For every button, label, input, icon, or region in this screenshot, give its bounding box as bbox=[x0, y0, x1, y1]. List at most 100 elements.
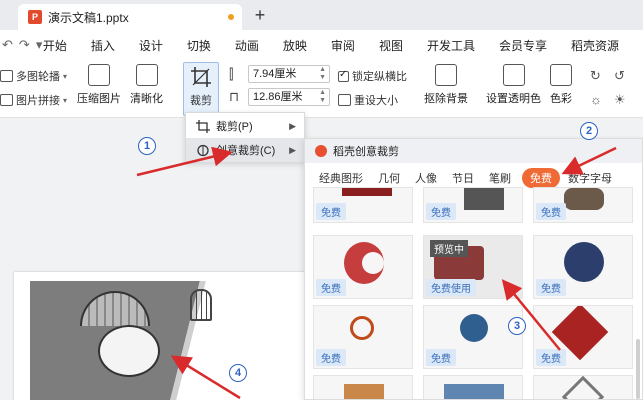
picture-tools-ribbon: 多图轮播 ▾ 图片拼接 ▾ 压缩图片 清晰化 裁剪 ⫿ 7.94厘米 ▲ ▼ ⊓ … bbox=[0, 60, 643, 118]
chevron-down-icon: ▾ bbox=[63, 95, 68, 105]
width-value: 7.94厘米 bbox=[253, 68, 297, 80]
multi-image-carousel-button[interactable]: 多图轮播 ▾ bbox=[0, 68, 67, 84]
brightness-up-icon[interactable]: ☼ bbox=[590, 92, 602, 107]
menu-animation[interactable]: 动画 bbox=[235, 37, 259, 54]
menu-transitions[interactable]: 切换 bbox=[187, 37, 211, 54]
chevron-down-icon: ▾ bbox=[63, 71, 68, 81]
free-badge: 免费 bbox=[316, 349, 346, 366]
crop-button[interactable]: 裁剪 bbox=[183, 62, 219, 116]
customize-quick-access-icon[interactable]: ▾ bbox=[36, 37, 43, 53]
color-button[interactable]: 色彩 bbox=[550, 64, 572, 106]
menu-slideshow[interactable]: 放映 bbox=[283, 37, 307, 54]
lock-aspect-ratio-checkbox[interactable]: 锁定纵横比 bbox=[338, 68, 407, 84]
crop-menu-label: 裁剪(P) bbox=[216, 121, 253, 133]
free-badge: 免费 bbox=[426, 203, 456, 220]
category-tabs: 经典图形 几何 人像 节日 笔刷 免费 数字字母 bbox=[305, 167, 642, 189]
tab-classic-shapes[interactable]: 经典图形 bbox=[319, 170, 363, 186]
template-card[interactable] bbox=[533, 375, 633, 399]
tab-portrait[interactable]: 人像 bbox=[415, 170, 437, 186]
tab-geometry[interactable]: 几何 bbox=[378, 170, 400, 186]
tab-brush[interactable]: 笔刷 bbox=[489, 170, 511, 186]
remove-bg-label: 抠除背景 bbox=[424, 93, 468, 105]
undo-icon[interactable]: ↶ bbox=[2, 37, 13, 53]
set-transparent-label: 设置透明色 bbox=[486, 93, 541, 105]
tab-festival[interactable]: 节日 bbox=[452, 170, 474, 186]
menu-review[interactable]: 审阅 bbox=[331, 37, 355, 54]
rotate-icon[interactable]: ↻ bbox=[590, 68, 601, 84]
image-shape bbox=[444, 384, 504, 399]
compress-image-button[interactable]: 压缩图片 bbox=[77, 64, 121, 106]
menu-insert[interactable]: 插入 bbox=[91, 37, 115, 54]
new-tab-button[interactable]: + bbox=[250, 4, 270, 26]
tab-bar: P 演示文稿1.pptx + bbox=[0, 0, 643, 30]
height-icon: ⊓ bbox=[229, 89, 240, 104]
height-input[interactable]: 12.86厘米 ▲ ▼ bbox=[248, 88, 330, 106]
tab-numbers-letters[interactable]: 数字字母 bbox=[568, 170, 612, 186]
remove-background-button[interactable]: 抠除背景 bbox=[424, 64, 468, 106]
brightness-down-icon[interactable]: ☀ bbox=[614, 92, 626, 108]
free-badge: 免费 bbox=[536, 349, 566, 366]
image-stitch-button[interactable]: 图片拼接 ▾ bbox=[0, 92, 67, 108]
chevron-right-icon: ▶ bbox=[289, 144, 296, 155]
compress-icon bbox=[88, 64, 110, 86]
width-input[interactable]: 7.94厘米 ▲ ▼ bbox=[248, 65, 330, 83]
template-card[interactable]: 免费 bbox=[313, 305, 413, 369]
menu-design[interactable]: 设计 bbox=[139, 37, 163, 54]
template-card[interactable] bbox=[313, 375, 413, 399]
reset-size-button[interactable]: 重设大小 bbox=[338, 92, 398, 108]
sharpen-label: 清晰化 bbox=[130, 93, 163, 105]
free-badge: 免费 bbox=[426, 349, 456, 366]
multi-outline-label: 多图轮播 bbox=[16, 71, 60, 83]
callout-4: 4 bbox=[229, 364, 247, 382]
template-card[interactable]: 免费 bbox=[423, 187, 523, 223]
template-card[interactable]: 免费 bbox=[313, 235, 413, 299]
flower-shape bbox=[460, 314, 488, 342]
menu-developer[interactable]: 开发工具 bbox=[427, 37, 475, 54]
slide-picture[interactable] bbox=[30, 281, 300, 400]
template-card[interactable]: 免费 bbox=[423, 305, 523, 369]
checkbox-checked-icon bbox=[338, 69, 349, 82]
menu-bar: ↶ ↷ ▾ 开始 插入 设计 切换 动画 放映 审阅 视图 开发工具 会员专享 … bbox=[0, 30, 643, 60]
image-stitch-label: 图片拼接 bbox=[16, 95, 60, 107]
callout-2: 2 bbox=[580, 122, 598, 140]
menu-docer-resources[interactable]: 稻壳资源 bbox=[571, 37, 619, 54]
template-card[interactable]: 免费 bbox=[533, 235, 633, 299]
document-tab[interactable]: P 演示文稿1.pptx bbox=[18, 4, 242, 30]
width-spinner-icon[interactable]: ▲ ▼ bbox=[319, 66, 326, 82]
free-badge: 免费 bbox=[536, 279, 566, 296]
creative-crop-menu-item[interactable]: 创意裁剪(C) ▶ bbox=[186, 138, 304, 162]
redo-icon[interactable]: ↷ bbox=[19, 37, 30, 53]
set-transparent-color-button[interactable]: 设置透明色 bbox=[486, 64, 541, 106]
menu-home[interactable]: 开始 bbox=[43, 37, 67, 54]
crop-menu-item[interactable]: 裁剪(P) ▶ bbox=[186, 114, 304, 138]
free-badge: 免费 bbox=[316, 279, 346, 296]
letter-c-cutout bbox=[362, 252, 384, 274]
template-card[interactable]: 免费 bbox=[533, 305, 633, 369]
image-shape bbox=[344, 384, 384, 399]
brush-text-shape bbox=[342, 188, 392, 196]
template-card-previewing[interactable]: 预览中 免费使用 bbox=[423, 235, 523, 299]
template-card[interactable]: 免费 bbox=[313, 187, 413, 223]
flip-icon[interactable]: ↺ bbox=[614, 68, 625, 84]
sharpen-button[interactable]: 清晰化 bbox=[130, 64, 163, 106]
tab-free[interactable]: 免费 bbox=[522, 168, 560, 188]
free-use-badge: 免费使用 bbox=[426, 279, 476, 296]
docer-logo-icon bbox=[315, 145, 327, 157]
height-spinner-icon[interactable]: ▲ ▼ bbox=[319, 89, 326, 105]
ornament-shape bbox=[350, 316, 374, 340]
creative-crop-menu-label: 创意裁剪(C) bbox=[216, 145, 276, 157]
creative-crop-icon bbox=[196, 144, 210, 157]
panel-scrollbar[interactable] bbox=[636, 339, 640, 399]
lock-ratio-label: 锁定纵横比 bbox=[352, 71, 407, 83]
previewing-tag: 预览中 bbox=[430, 240, 468, 257]
quick-access-toolbar: ↶ ↷ ▾ bbox=[0, 37, 43, 53]
template-card[interactable]: 免费 bbox=[533, 187, 633, 223]
unsaved-indicator-icon bbox=[228, 14, 234, 20]
callout-1: 1 bbox=[138, 137, 156, 155]
birdcage-illustration bbox=[190, 289, 212, 321]
template-card[interactable] bbox=[423, 375, 523, 399]
transparent-color-icon bbox=[502, 64, 525, 86]
menu-member[interactable]: 会员专享 bbox=[499, 37, 547, 54]
menu-view[interactable]: 视图 bbox=[379, 37, 403, 54]
remove-background-icon bbox=[435, 64, 457, 86]
